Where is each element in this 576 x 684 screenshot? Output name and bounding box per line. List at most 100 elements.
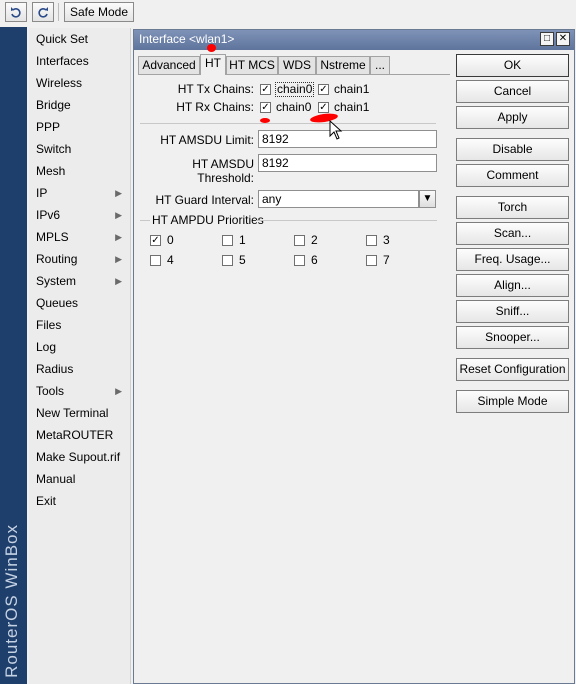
menu-item-ppp[interactable]: PPP <box>29 116 130 138</box>
menu-item-label: IP <box>36 186 48 200</box>
menu-item-label: MPLS <box>36 230 69 244</box>
menu-item-label: IPv6 <box>36 208 61 222</box>
torch-button[interactable]: Torch <box>456 196 569 219</box>
menu-item-ipv6[interactable]: IPv6 ▶ <box>29 204 130 226</box>
menu-item-label: Manual <box>36 472 76 486</box>
snooper-button[interactable]: Snooper... <box>456 326 569 349</box>
submenu-arrow-icon: ▶ <box>115 232 122 242</box>
rx-chain0-checkbox[interactable]: ✓ <box>260 102 271 113</box>
close-icon: ✕ <box>558 33 568 44</box>
menu-item-label: MetaROUTER <box>36 428 114 442</box>
sniff-button[interactable]: Sniff... <box>456 300 569 323</box>
ampdu-priority-2-checkbox[interactable] <box>294 235 305 246</box>
ampdu-priority-label: 4 <box>167 253 174 267</box>
menu-item-system[interactable]: System ▶ <box>29 270 130 292</box>
menu-item-make-supout-rif[interactable]: Make Supout.rif <box>29 446 130 468</box>
tab-wds[interactable]: WDS <box>278 56 316 74</box>
ampdu-priority-3-checkbox[interactable] <box>366 235 377 246</box>
ok-button[interactable]: OK <box>456 54 569 77</box>
simple-mode-button[interactable]: Simple Mode <box>456 390 569 413</box>
tab-nstreme[interactable]: Nstreme <box>316 56 370 74</box>
menu-item-label: New Terminal <box>36 406 109 420</box>
cancel-button[interactable]: Cancel <box>456 80 569 103</box>
rx-chain0-label: chain0 <box>276 100 312 114</box>
menu-item-label: PPP <box>36 120 61 134</box>
ampdu-priority-4-checkbox[interactable] <box>150 255 161 266</box>
menu-item-interfaces[interactable]: Interfaces <box>29 50 130 72</box>
mouse-cursor-icon <box>329 120 343 140</box>
ampdu-priority-1-checkbox[interactable] <box>222 235 233 246</box>
guard-interval-label: HT Guard Interval: <box>155 193 254 207</box>
menu-item-log[interactable]: Log <box>29 336 130 358</box>
tab-ht[interactable]: HT <box>200 54 226 75</box>
brand-text: RouterOS WinBox <box>2 524 21 678</box>
guard-interval-select[interactable]: any <box>258 190 419 208</box>
menu-item-label: Queues <box>36 296 79 310</box>
menu-item-radius[interactable]: Radius <box>29 358 130 380</box>
main-menu: Quick Set Interfaces Wireless Bridge PPP Swit… <box>29 28 131 684</box>
check-icon: ✓ <box>151 235 160 246</box>
check-icon: ✓ <box>261 102 270 113</box>
menu-item-tools[interactable]: Tools ▶ <box>29 380 130 402</box>
guard-interval-dropdown-button[interactable]: ▼ <box>419 190 436 208</box>
menu-item-quick-set[interactable]: Quick Set <box>29 28 130 50</box>
menu-item-queues[interactable]: Queues <box>29 292 130 314</box>
menu-item-ip[interactable]: IP ▶ <box>29 182 130 204</box>
amsdu-limit-label: HT AMSDU Limit: <box>160 133 254 147</box>
menu-item-mesh[interactable]: Mesh <box>29 160 130 182</box>
menu-item-switch[interactable]: Switch <box>29 138 130 160</box>
menu-item-new-terminal[interactable]: New Terminal <box>29 402 130 424</box>
menu-item-label: Make Supout.rif <box>36 450 121 464</box>
tab-more[interactable]: ... <box>370 56 390 74</box>
menu-item-label: Switch <box>36 142 72 156</box>
tx-chain0-checkbox[interactable]: ✓ <box>260 84 271 95</box>
check-icon: ✓ <box>319 102 328 113</box>
rx-chain1-checkbox[interactable]: ✓ <box>318 102 329 113</box>
submenu-arrow-icon: ▶ <box>115 254 122 264</box>
redo-button[interactable] <box>32 2 54 22</box>
align-button[interactable]: Align... <box>456 274 569 297</box>
amsdu-threshold-label: HT AMSDU Threshold: <box>192 157 254 185</box>
tab-ht-mcs[interactable]: HT MCS <box>226 56 278 74</box>
disable-button[interactable]: Disable <box>456 138 569 161</box>
undo-button[interactable] <box>5 2 27 22</box>
menu-item-wireless[interactable]: Wireless <box>29 72 130 94</box>
ampdu-priority-5-checkbox[interactable] <box>222 255 233 266</box>
menu-item-bridge[interactable]: Bridge <box>29 94 130 116</box>
menu-item-metarouter[interactable]: MetaROUTER <box>29 424 130 446</box>
toolbar-separator <box>58 3 59 21</box>
ampdu-priority-0-checkbox[interactable]: ✓ <box>150 235 161 246</box>
menu-item-routing[interactable]: Routing ▶ <box>29 248 130 270</box>
menu-item-exit[interactable]: Exit <box>29 490 130 512</box>
amsdu-threshold-input[interactable]: 8192 <box>258 154 437 172</box>
menu-item-mpls[interactable]: MPLS ▶ <box>29 226 130 248</box>
window-titlebar[interactable]: Interface <wlan1> □ ✕ <box>134 30 574 50</box>
amsdu-limit-input[interactable]: 8192 <box>258 130 437 148</box>
maximize-button[interactable]: □ <box>540 32 554 46</box>
apply-button[interactable]: Apply <box>456 106 569 129</box>
menu-item-manual[interactable]: Manual <box>29 468 130 490</box>
safe-mode-button[interactable]: Safe Mode <box>64 2 134 22</box>
close-button[interactable]: ✕ <box>556 32 570 46</box>
menu-item-files[interactable]: Files <box>29 314 130 336</box>
submenu-arrow-icon: ▶ <box>115 276 122 286</box>
menu-item-label: Interfaces <box>36 54 89 68</box>
comment-button[interactable]: Comment <box>456 164 569 187</box>
scan-button[interactable]: Scan... <box>456 222 569 245</box>
ampdu-priority-label: 1 <box>239 233 246 247</box>
ampdu-priority-7-checkbox[interactable] <box>366 255 377 266</box>
tab-advanced[interactable]: Advanced <box>138 56 200 74</box>
ampdu-priority-6-checkbox[interactable] <box>294 255 305 266</box>
reset-configuration-button[interactable]: Reset Configuration <box>456 358 569 381</box>
undo-icon <box>11 7 21 18</box>
freq-usage-button[interactable]: Freq. Usage... <box>456 248 569 271</box>
menu-item-label: Tools <box>36 384 65 398</box>
ampdu-divider-left <box>140 220 150 221</box>
menu-item-label: System <box>36 274 77 288</box>
ampdu-priority-label: 0 <box>167 233 174 247</box>
tx-chain1-checkbox[interactable]: ✓ <box>318 84 329 95</box>
tab-underline <box>138 74 450 75</box>
submenu-arrow-icon: ▶ <box>115 188 122 198</box>
submenu-arrow-icon: ▶ <box>115 210 122 220</box>
check-icon: ✓ <box>319 84 328 95</box>
